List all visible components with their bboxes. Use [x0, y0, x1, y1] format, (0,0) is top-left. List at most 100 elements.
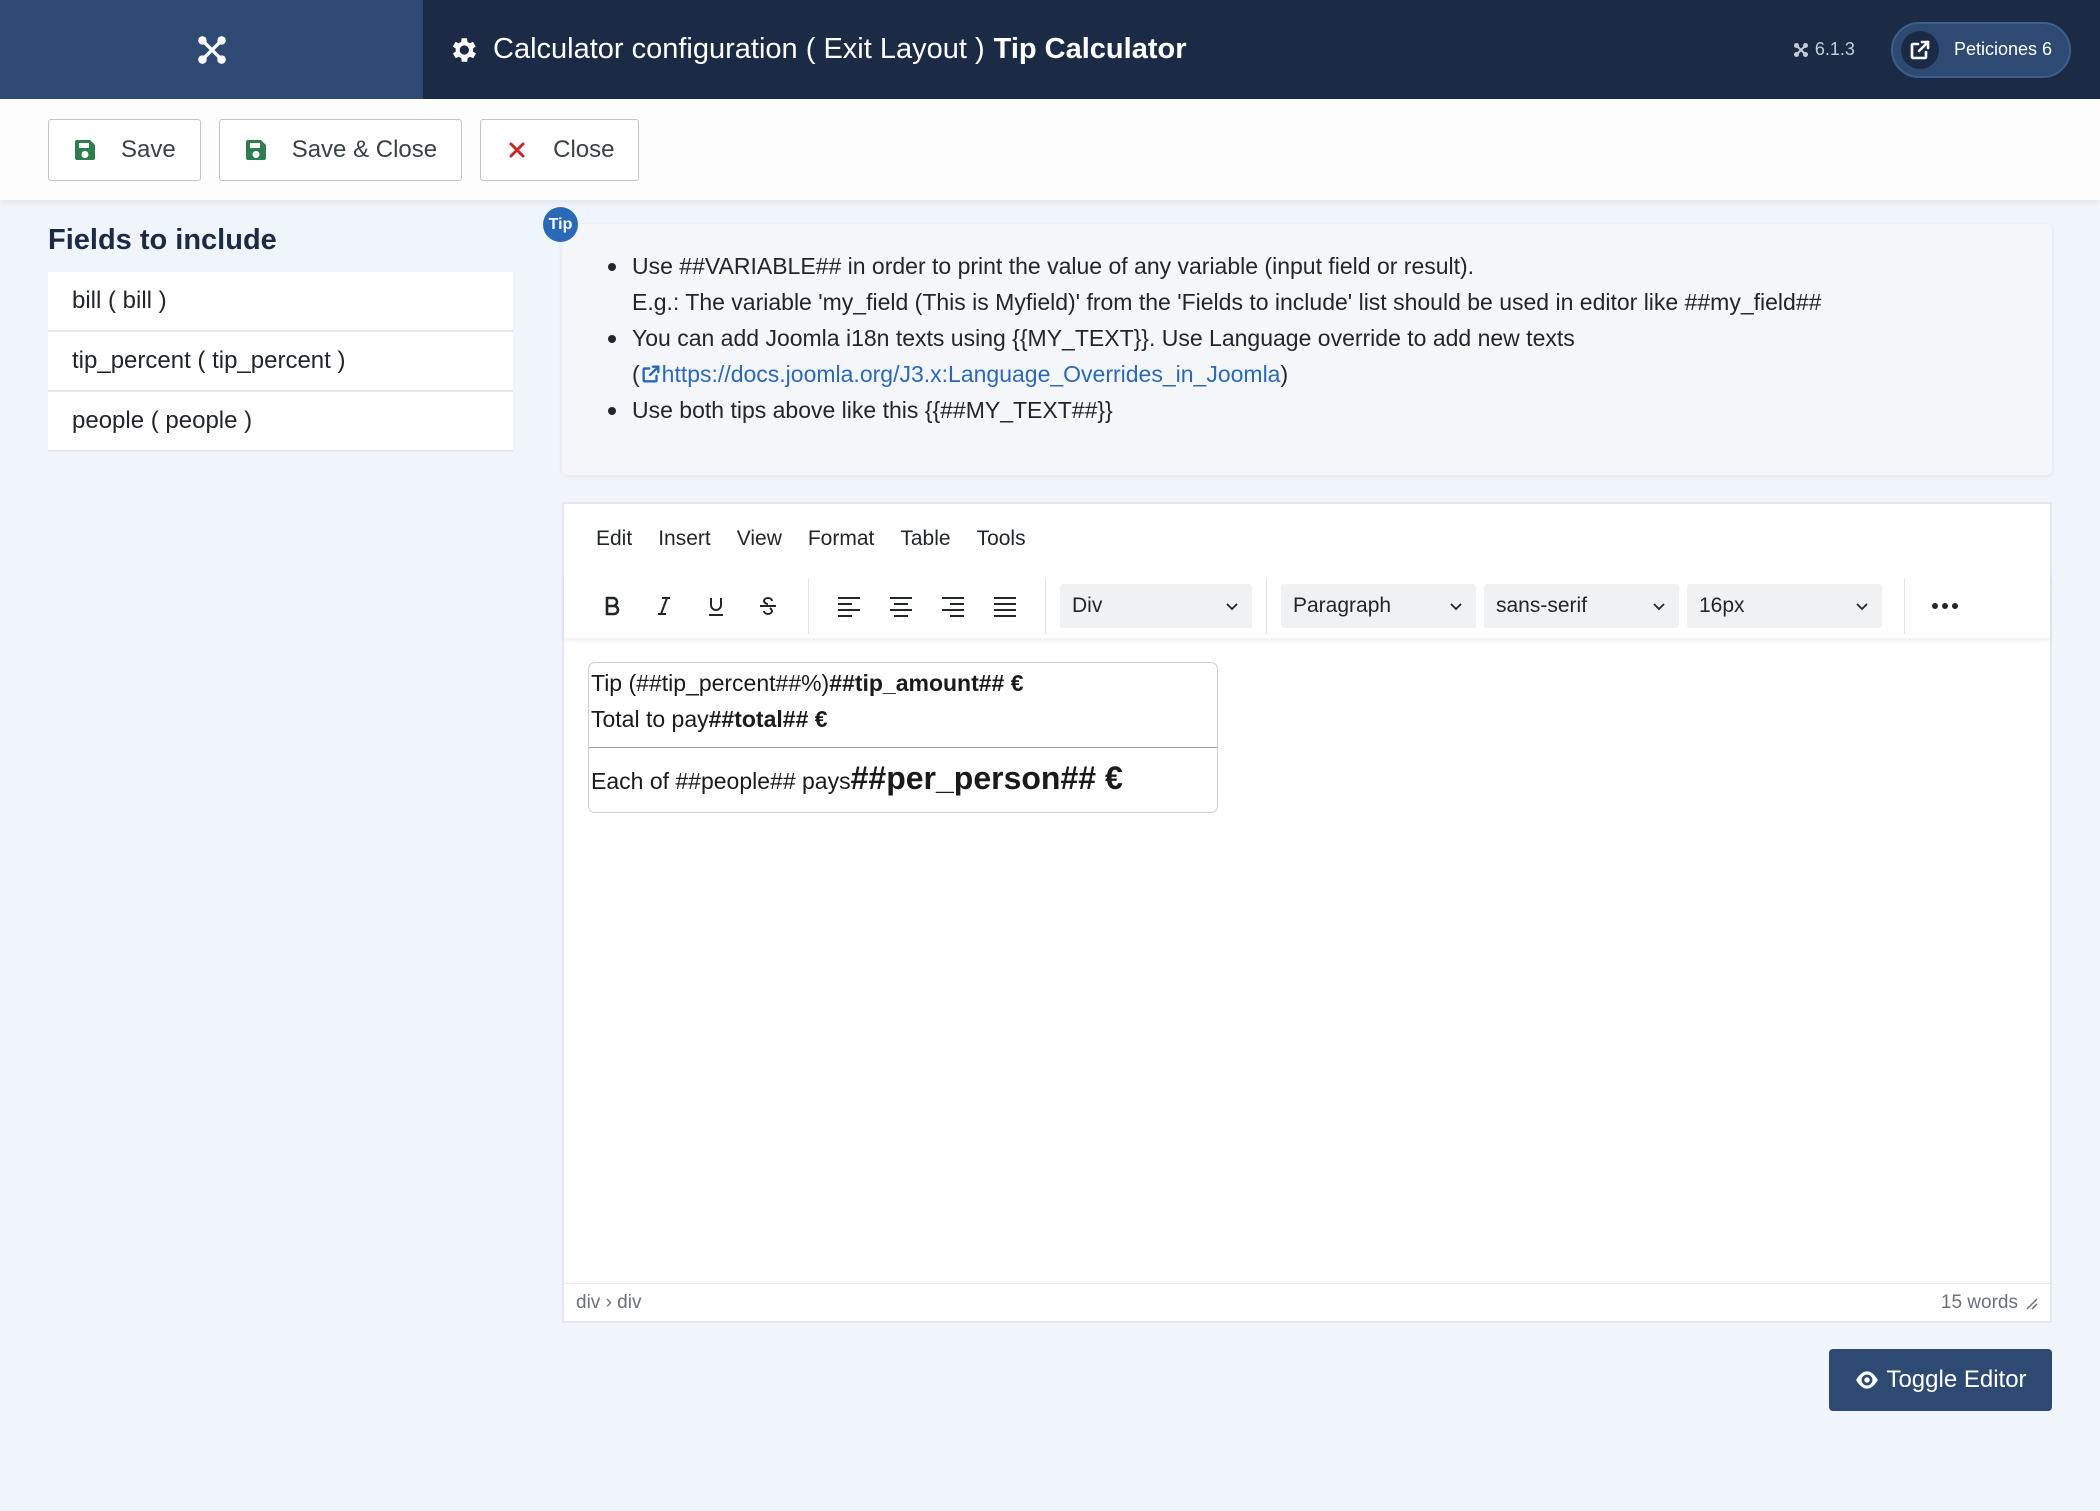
- font-select-value: sans-serif: [1496, 594, 1588, 617]
- total-row: Total to pay##total## €: [591, 701, 1217, 737]
- joomla-small-icon: [1793, 42, 1808, 57]
- strikethrough-button[interactable]: [742, 584, 794, 628]
- each-text: Each of ##people## pays: [591, 768, 851, 794]
- editor-menubar: Edit Insert View Format Table Tools: [564, 504, 2050, 574]
- title-strong: Tip Calculator: [993, 33, 1187, 65]
- joomla-logo[interactable]: [0, 0, 423, 99]
- align-right-icon: [942, 597, 964, 617]
- underline-button[interactable]: [690, 584, 742, 628]
- menu-edit[interactable]: Edit: [596, 527, 632, 551]
- chevron-down-icon: [1653, 603, 1665, 611]
- block-select[interactable]: Div: [1060, 584, 1252, 628]
- top-header: Calculator configuration ( Exit Layout )…: [0, 0, 2100, 99]
- menu-format[interactable]: Format: [808, 527, 875, 551]
- joomla-icon: [197, 35, 226, 64]
- menu-table[interactable]: Table: [900, 527, 950, 551]
- block-select-value: Div: [1072, 594, 1103, 617]
- toggle-editor-button[interactable]: Toggle Editor: [1829, 1349, 2052, 1411]
- justify-button[interactable]: [979, 584, 1031, 628]
- justify-icon: [994, 597, 1016, 617]
- italic-icon: [658, 597, 670, 615]
- font-select[interactable]: sans-serif: [1484, 584, 1679, 628]
- resize-handle-icon[interactable]: [2024, 1296, 2038, 1310]
- bold-button[interactable]: [586, 584, 638, 628]
- size-select[interactable]: 16px: [1687, 584, 1882, 628]
- more-icon: [1932, 603, 1958, 609]
- per-person-value: ##per_person## €: [850, 760, 1123, 796]
- tips-panel: Use ##VARIABLE## in order to print the v…: [562, 224, 2052, 475]
- fields-title: Fields to include: [48, 224, 277, 256]
- size-select-value: 16px: [1699, 594, 1745, 617]
- editor-statusbar: div › div 15 words: [564, 1283, 2050, 1321]
- italic-button[interactable]: [638, 584, 690, 628]
- menu-insert[interactable]: Insert: [658, 527, 711, 551]
- tip-line2-open: (: [632, 361, 640, 387]
- tip-line2: You can add Joomla i18n texts using {{MY…: [632, 325, 1575, 351]
- word-count[interactable]: 15 words: [1941, 1292, 2018, 1314]
- align-left-button[interactable]: [823, 584, 875, 628]
- external-link-icon: [642, 365, 660, 383]
- element-path[interactable]: div › div: [576, 1292, 641, 1314]
- tip-row: Tip (##tip_percent##%)##tip_amount## €: [591, 665, 1217, 701]
- close-icon: [509, 142, 525, 157]
- format-select-value: Paragraph: [1293, 594, 1392, 617]
- menu-tools[interactable]: Tools: [977, 527, 1026, 551]
- align-center-icon: [890, 597, 912, 617]
- toggle-editor-label: Toggle Editor: [1886, 1366, 2027, 1393]
- eye-icon: [1856, 1371, 1879, 1389]
- tip-item: Use both tips above like this {{##MY_TEX…: [608, 392, 2052, 428]
- close-button[interactable]: Close: [480, 118, 640, 181]
- docs-link[interactable]: https://docs.joomla.org/J3.x:Language_Ov…: [640, 361, 1281, 387]
- version-info: 6.1.3: [1793, 39, 1855, 60]
- bold-icon: [605, 596, 620, 616]
- save-label: Save: [121, 135, 176, 163]
- format-select[interactable]: Paragraph: [1281, 584, 1476, 628]
- total-value: ##total## €: [708, 706, 828, 732]
- more-button[interactable]: [1919, 584, 1971, 628]
- editor-content[interactable]: Tip (##tip_percent##%)##tip_amount## € T…: [564, 638, 2050, 1283]
- tip-line2-close: ): [1280, 361, 1289, 387]
- align-left-icon: [838, 597, 860, 617]
- external-link-icon: [1900, 30, 1939, 69]
- requests-label: Peticiones 6: [1953, 39, 2052, 59]
- requests-button[interactable]: Peticiones 6: [1890, 21, 2071, 78]
- tip-value: ##tip_amount## €: [829, 670, 1024, 696]
- action-toolbar: Save Save & Close Close: [0, 99, 2100, 200]
- docs-link-text: https://docs.joomla.org/J3.x:Language_Ov…: [661, 361, 1281, 387]
- menu-view[interactable]: View: [737, 527, 782, 551]
- page-title: Calculator configuration ( Exit Layout )…: [447, 33, 1186, 66]
- field-item-tip-percent[interactable]: tip_percent ( tip_percent ): [48, 332, 513, 392]
- fields-list: bill ( bill ) tip_percent ( tip_percent …: [48, 272, 513, 452]
- close-label: Close: [553, 135, 615, 163]
- total-text: Total to pay: [591, 706, 709, 732]
- layout-bottom-section: Each of ##people## pays##per_person## €: [589, 748, 1217, 799]
- align-right-button[interactable]: [927, 584, 979, 628]
- tip-item: Use ##VARIABLE## in order to print the v…: [608, 248, 2052, 320]
- tip-badge: Tip: [543, 207, 578, 242]
- editor-formatbar: Div Paragraph sans-serif 16px: [564, 574, 2050, 638]
- field-item-people[interactable]: people ( people ): [48, 392, 513, 452]
- title-prefix: Calculator configuration ( Exit Layout ): [493, 33, 985, 65]
- rich-text-editor: Edit Insert View Format Table Tools Div …: [562, 502, 2052, 1323]
- align-center-button[interactable]: [875, 584, 927, 628]
- gear-icon: [452, 37, 476, 62]
- chevron-down-icon: [1226, 603, 1238, 611]
- layout-top-section: Tip (##tip_percent##%)##tip_amount## € T…: [589, 663, 1217, 748]
- field-item-bill[interactable]: bill ( bill ): [48, 272, 513, 332]
- underline-icon: [709, 598, 723, 616]
- save-close-button[interactable]: Save & Close: [218, 118, 463, 181]
- strikethrough-icon: [760, 597, 776, 615]
- save-button[interactable]: Save: [48, 118, 201, 181]
- tip-line3: Use both tips above like this {{##MY_TEX…: [632, 397, 1113, 423]
- save-icon: [75, 139, 95, 160]
- version-text: 6.1.3: [1814, 39, 1855, 59]
- chevron-down-icon: [1856, 603, 1868, 611]
- tip-line1: Use ##VARIABLE## in order to print the v…: [632, 253, 1475, 279]
- chevron-down-icon: [1450, 603, 1462, 611]
- save-icon: [245, 139, 266, 160]
- tip-item: You can add Joomla i18n texts using {{MY…: [608, 320, 2052, 392]
- layout-block[interactable]: Tip (##tip_percent##%)##tip_amount## € T…: [588, 662, 1218, 813]
- save-close-label: Save & Close: [291, 135, 438, 163]
- tip-text: Tip (##tip_percent##%): [591, 670, 830, 696]
- tip-line1-example: E.g.: The variable 'my_field (This is My…: [632, 289, 1822, 315]
